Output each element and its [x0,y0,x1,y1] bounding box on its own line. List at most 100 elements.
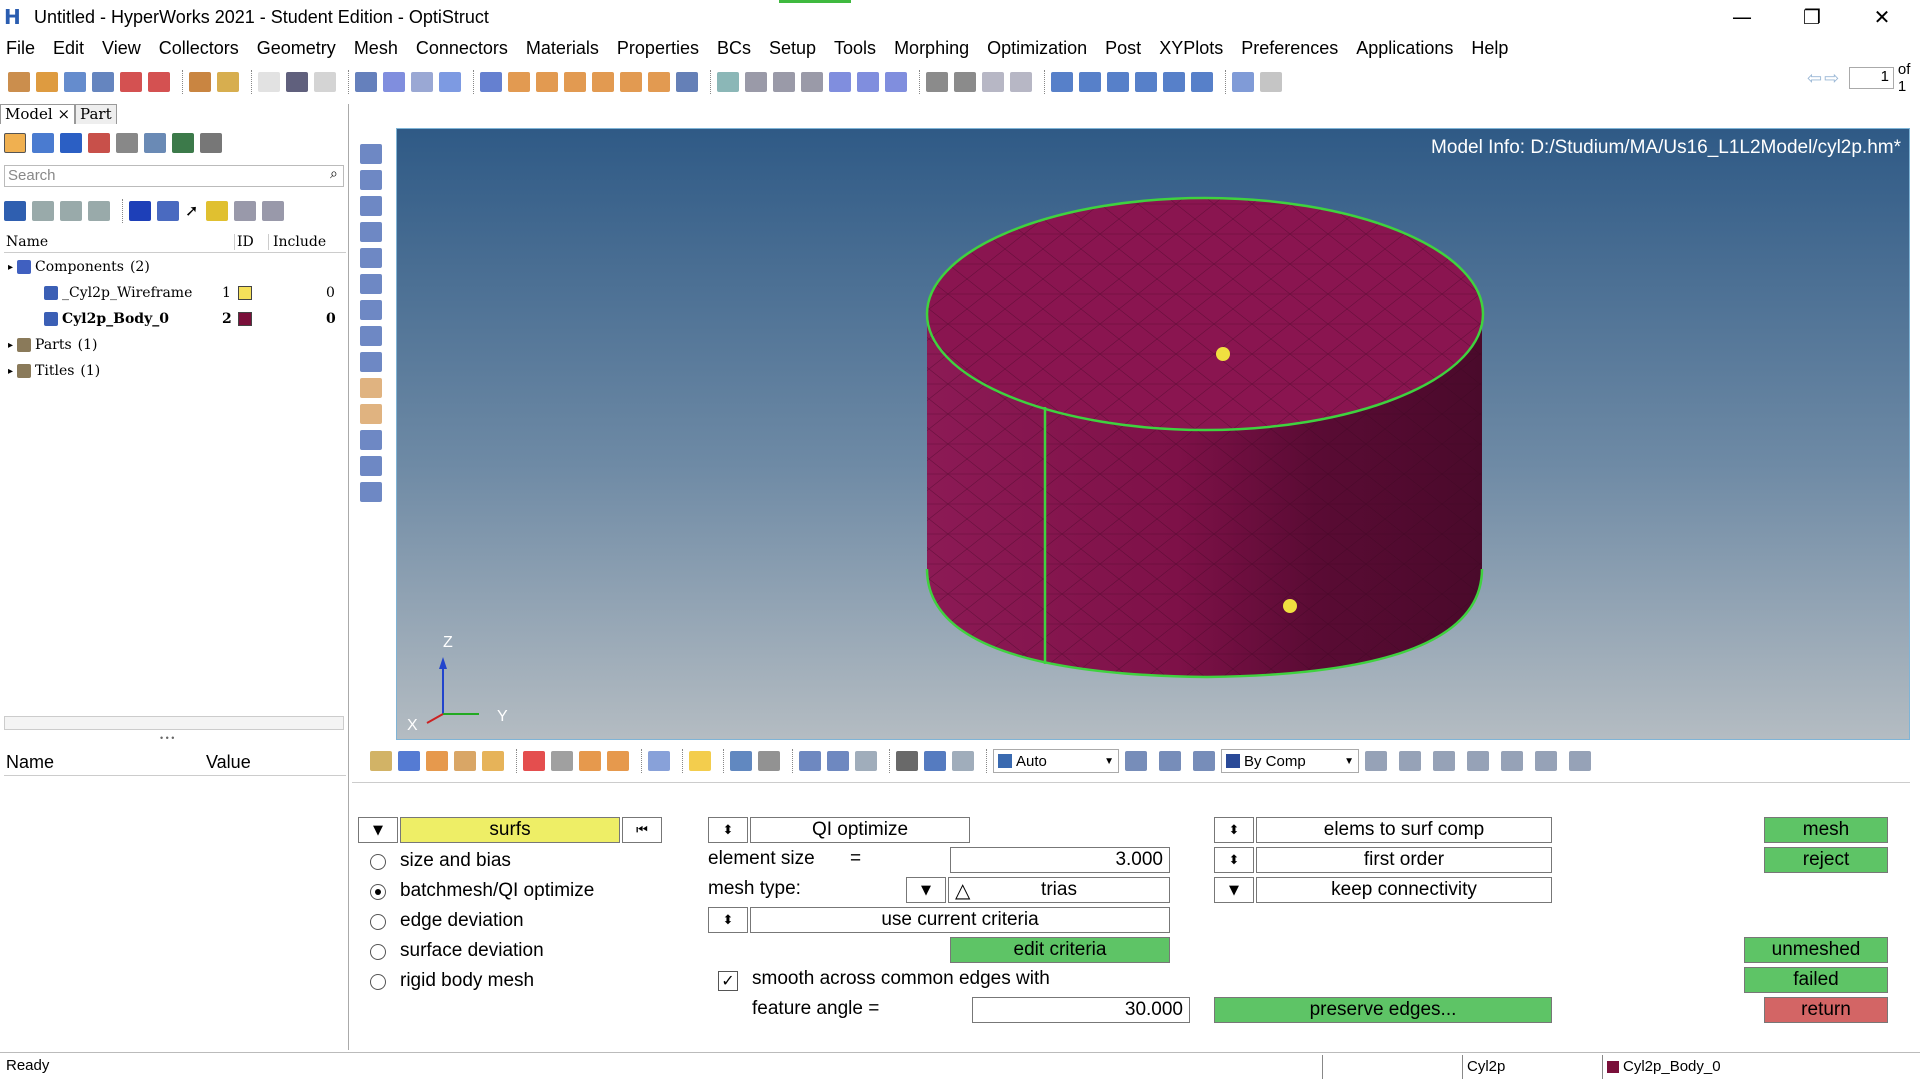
entity-type-icon[interactable] [157,201,179,221]
view-bottom-icon[interactable] [1079,72,1101,92]
zoom-center-icon[interactable] [773,72,795,92]
open-file-icon[interactable] [36,72,58,92]
show-one-icon[interactable] [454,751,476,771]
component-color-swatch[interactable] [238,286,252,300]
menu-connectors[interactable]: Connectors [414,38,510,59]
reverse-icon[interactable] [482,751,504,771]
element-size-field[interactable]: 3.000 [950,847,1170,873]
menu-materials[interactable]: Materials [524,38,601,59]
entity-delete-icon[interactable] [360,482,382,502]
cursor-icon[interactable]: ➚ [185,201,198,221]
move-left-icon[interactable] [480,72,502,92]
mesh-mode-radio[interactable] [370,914,386,930]
mesh-mode-label[interactable]: surface deviation [400,940,544,962]
elems-to-switch[interactable]: ⬍ [1214,817,1254,843]
zoom-in-icon[interactable] [439,72,461,92]
user-profile-icon[interactable] [189,72,211,92]
horizontal-scrollbar[interactable] [4,716,344,730]
view-left-icon[interactable] [1163,72,1185,92]
mesh-mode-label[interactable]: edge deviation [400,910,524,932]
tab-part[interactable]: Part [75,104,117,124]
shaded-icon[interactable] [730,751,752,771]
feature-angle-field[interactable]: 30.000 [972,997,1190,1023]
restore-button[interactable]: ❐ [1782,0,1842,34]
minus-icon[interactable] [896,751,918,771]
tree-item-component[interactable]: Cyl2p_Body_0 2 0 [44,307,336,331]
edit-criteria-button[interactable]: edit criteria [950,937,1170,963]
first-order-button[interactable]: first order [1256,847,1552,873]
menu-properties[interactable]: Properties [615,38,701,59]
smooth-checkbox[interactable]: ✓ [718,971,738,991]
close-button[interactable]: ✕ [1852,0,1912,34]
paste-view-icon[interactable] [1010,72,1032,92]
plus-icon[interactable] [924,751,946,771]
show-curve-icon[interactable] [258,72,280,92]
search-icon[interactable]: ⌕ [330,166,338,182]
keep-connectivity-button[interactable]: keep connectivity [1256,877,1552,903]
import-icon[interactable] [92,72,114,92]
y-rotate-icon[interactable] [620,72,642,92]
abc-label-2-icon[interactable] [360,404,382,424]
mask-icon[interactable] [551,751,573,771]
menu-setup[interactable]: Setup [767,38,818,59]
view-right-icon[interactable] [1191,72,1213,92]
render-mode-dropdown[interactable]: Auto ▼ [993,749,1119,773]
move-x-icon[interactable] [829,72,851,92]
visibility-toggle-icon[interactable] [234,201,257,221]
part-icon[interactable] [360,196,382,216]
material-icon[interactable] [360,248,382,268]
display-all-icon[interactable] [4,201,26,221]
mesh-mode-radio[interactable] [370,854,386,870]
tree-item-component[interactable]: _Cyl2p_Wireframe 1 0 [44,281,335,305]
view-back-icon[interactable] [1135,72,1157,92]
unmeshed-button[interactable]: unmeshed [1744,937,1888,963]
menu-mesh[interactable]: Mesh [352,38,400,59]
zoom-box-icon[interactable] [745,72,767,92]
include-view-icon[interactable] [200,133,222,153]
menu-xyplots[interactable]: XYPlots [1157,38,1225,59]
assembly-icon[interactable] [360,170,382,190]
new-file-icon[interactable] [8,72,30,92]
create-folder-icon[interactable] [206,201,229,221]
surface-marker-side[interactable] [1283,599,1297,613]
fit-view-icon[interactable] [355,72,377,92]
pan-icon[interactable] [411,72,433,92]
forward-arrow-icon[interactable]: ⇨ [1824,68,1839,89]
mesh-type-dropdown[interactable]: ▼ [906,877,946,903]
entity-filter-icon[interactable] [129,201,151,221]
reject-button[interactable]: reject [1764,847,1888,873]
mesh-mode-radio[interactable] [370,974,386,990]
mesh-mode-label[interactable]: batchmesh/QI optimize [400,880,594,902]
export-ppt-icon[interactable] [148,72,170,92]
find-icon[interactable] [717,72,739,92]
unmask-icon[interactable] [579,751,601,771]
preserve-edges-button[interactable]: preserve edges... [1214,997,1552,1023]
measure-icon[interactable] [360,352,382,372]
cylinder-model[interactable]: Z X Y [397,129,1910,740]
hide-icon[interactable] [60,201,82,221]
pan-hand-icon[interactable] [801,72,823,92]
qi-mode-switch[interactable]: ⬍ [708,817,748,843]
mesh-mode-label[interactable]: size and bias [400,850,511,872]
reset-selection-button[interactable]: ⏮ [622,817,662,843]
page-number-field[interactable]: 1 [1849,67,1894,89]
monitor-icon[interactable] [1569,751,1591,771]
mesh-type-button[interactable]: △ trias [948,877,1170,903]
connectivity-dropdown[interactable]: ▼ [1214,877,1254,903]
back-arrow-icon[interactable]: ⇦ [1807,68,1822,89]
graphics-viewport[interactable]: Model Info: D:/Studium/MA/Us16_L1L2Model… [396,128,1910,740]
tab-model[interactable]: Model × [0,104,76,124]
hide-all-icon[interactable] [426,751,448,771]
z-axis-view-icon[interactable] [564,72,586,92]
save-file-icon[interactable] [64,72,86,92]
spin-icon[interactable] [885,72,907,92]
failed-button[interactable]: failed [1744,967,1888,993]
find-attached-icon[interactable] [758,751,780,771]
spin-view-icon[interactable] [648,751,670,771]
tree-folder-parts[interactable]: ▸ Parts (1) [8,333,98,357]
component-color-icon[interactable] [370,751,392,771]
menu-optimization[interactable]: Optimization [985,38,1089,59]
tools-icon[interactable] [360,300,382,320]
property-view-icon[interactable] [116,133,138,153]
element-shape-icon[interactable] [1365,751,1387,771]
